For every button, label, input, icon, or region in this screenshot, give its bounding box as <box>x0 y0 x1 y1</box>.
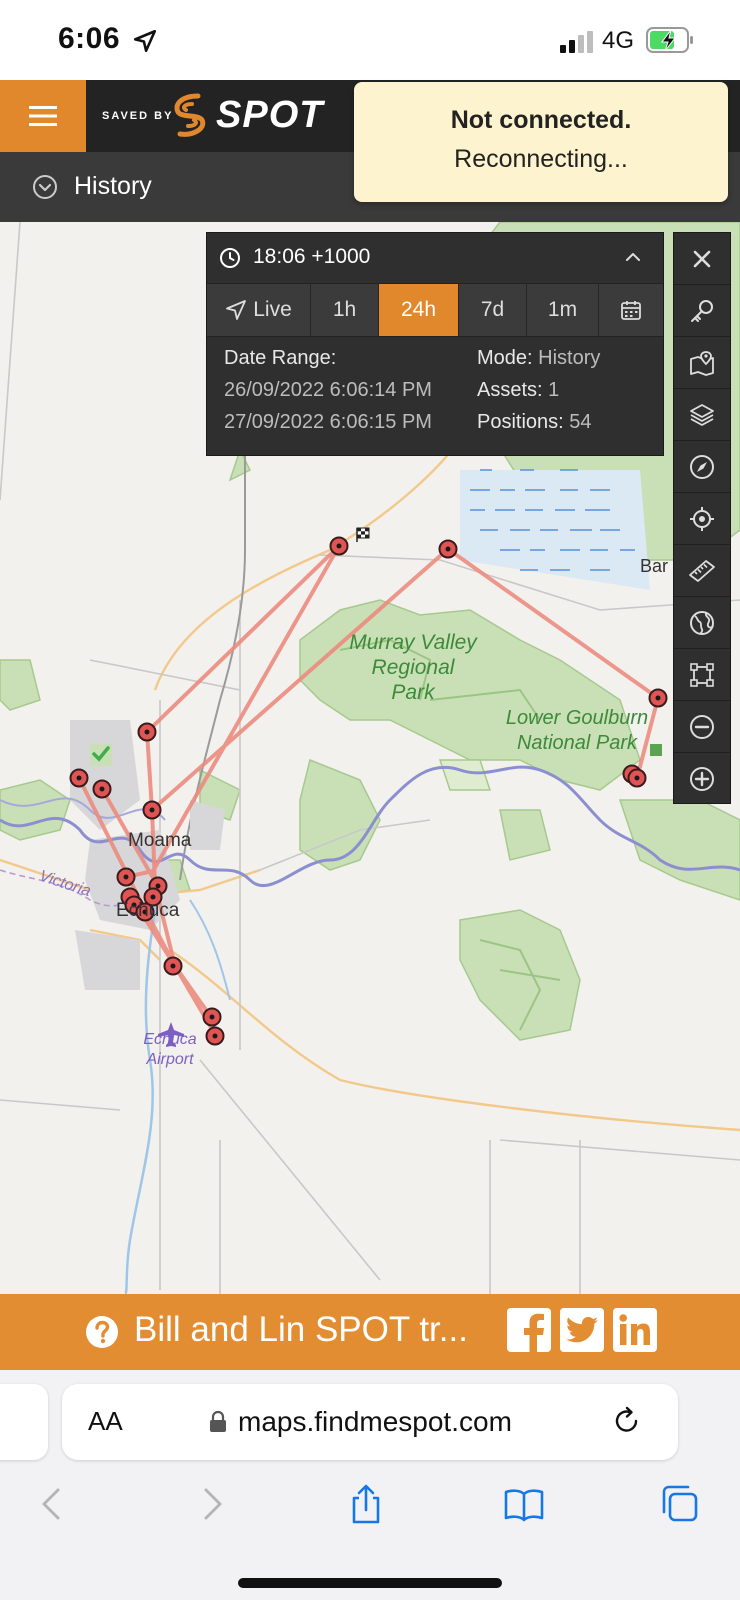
locate-button[interactable] <box>674 493 730 545</box>
reload-icon[interactable] <box>610 1404 644 1438</box>
compass-icon <box>690 454 714 479</box>
positions-value: 54 <box>569 411 592 433</box>
close-button[interactable] <box>674 233 730 285</box>
positions-row: Positions: 54 <box>477 411 592 434</box>
chevron-down-circle-icon <box>33 175 57 199</box>
panel-details: Date Range: 26/09/2022 6:06:14 PM 27/09/… <box>207 337 663 455</box>
time-panel-header[interactable]: 18:06 +1000 <box>207 233 663 283</box>
label-moama: Moama <box>128 830 192 851</box>
url-text: maps.findmespot.com <box>238 1406 512 1437</box>
browser-toolbar: AA maps.findmespot.com <box>0 1370 740 1600</box>
connection-toast: Not connected. Reconnecting... <box>354 82 728 202</box>
mode-label: Mode: <box>477 347 533 369</box>
zoom-in-button[interactable] <box>674 753 730 805</box>
tab-live[interactable]: Live <box>207 284 311 336</box>
screen: 6:06 4G SAVED BY SPOT History Murray Val… <box>0 0 740 1600</box>
label-lower-goulburn: Lower Goulburn National Park <box>505 707 649 754</box>
toast-title: Not connected. <box>450 106 632 134</box>
calendar-icon <box>621 301 641 320</box>
clock-icon <box>220 248 240 268</box>
positions-label: Positions: <box>477 411 564 433</box>
cellular-signal-icon <box>560 31 593 53</box>
home-indicator <box>238 1578 502 1588</box>
assets-value: 1 <box>548 379 560 401</box>
spot-swirl-icon <box>174 93 206 137</box>
navigation-arrow-icon <box>226 300 247 320</box>
current-time: 18:06 +1000 <box>253 245 371 268</box>
assets-label: Assets: <box>477 379 543 401</box>
network-type: 4G <box>602 27 635 54</box>
bookmarks-icon[interactable] <box>502 1482 546 1526</box>
hamburger-icon <box>29 106 57 126</box>
lock-icon <box>210 1410 226 1432</box>
tab-live-label: Live <box>253 298 292 321</box>
help-icon[interactable] <box>84 1314 120 1350</box>
select-area-icon <box>690 662 714 687</box>
chevron-up-icon[interactable] <box>623 249 643 265</box>
globe-button[interactable] <box>674 597 730 649</box>
globe-icon <box>690 610 714 635</box>
time-range-panel: 18:06 +1000 Live 1h 24h 7d 1m Date Range… <box>206 232 664 456</box>
tracker-title: Bill and Lin SPOT tr... <box>134 1310 468 1349</box>
finish-flag-icon <box>356 527 370 542</box>
logo-saved-by: SAVED BY <box>102 110 174 122</box>
compass-button[interactable] <box>674 441 730 493</box>
assets-row: Assets: 1 <box>477 379 559 402</box>
map-marker-icon <box>690 350 714 376</box>
tabs-icon[interactable] <box>658 1482 702 1526</box>
crosshair-icon <box>690 506 714 531</box>
status-bar: 6:06 4G <box>0 0 740 80</box>
close-icon <box>693 250 711 267</box>
menu-button[interactable] <box>0 80 86 152</box>
toast-message: Reconnecting... <box>454 145 628 173</box>
share-icon[interactable] <box>344 1482 388 1526</box>
key-icon <box>691 299 713 322</box>
tab-24h[interactable]: 24h <box>379 284 459 336</box>
ruler-icon <box>689 559 715 582</box>
share-footer: Bill and Lin SPOT tr... <box>0 1294 740 1370</box>
tab-24h-label: 24h <box>400 298 437 321</box>
facebook-icon[interactable] <box>507 1308 551 1352</box>
map-toolbar <box>673 232 731 804</box>
spot-logo: SAVED BY SPOT <box>100 88 330 144</box>
measure-button[interactable] <box>674 545 730 597</box>
key-button[interactable] <box>674 285 730 337</box>
date-from: 26/09/2022 6:06:14 PM <box>224 379 432 401</box>
start-check-icon <box>90 744 112 766</box>
label-echuca: Echuca <box>116 900 180 921</box>
zoom-out-button[interactable] <box>674 701 730 753</box>
text-size-button[interactable]: AA <box>88 1406 123 1437</box>
tab-1m-label: 1m <box>547 298 578 321</box>
calendar-button[interactable] <box>599 284 663 336</box>
history-title: History <box>74 172 152 200</box>
tab-1h[interactable]: 1h <box>311 284 379 336</box>
layers-icon <box>690 403 714 426</box>
tab-7d-label: 7d <box>480 298 505 321</box>
layers-button[interactable] <box>674 389 730 441</box>
date-range-label: Date Range: <box>224 347 337 369</box>
zoom-in-icon <box>690 767 714 791</box>
tab-1h-label: 1h <box>332 298 357 321</box>
previous-tab-card[interactable] <box>0 1384 48 1460</box>
mode-value: History <box>538 347 601 369</box>
address-bar[interactable]: AA maps.findmespot.com <box>62 1384 678 1460</box>
twitter-icon[interactable] <box>560 1308 604 1352</box>
zoom-out-icon <box>690 714 714 739</box>
label-murray-valley: Murray Valley Regional Park <box>349 631 477 704</box>
select-area-button[interactable] <box>674 649 730 701</box>
map-marker-button[interactable] <box>674 337 730 389</box>
battery-charging-icon <box>646 27 693 53</box>
back-icon[interactable] <box>30 1482 74 1526</box>
label-echuca-airport: Echuca Airport <box>143 1031 197 1068</box>
logo-brand: SPOT <box>216 94 324 136</box>
range-tabs: Live 1h 24h 7d 1m <box>207 283 663 337</box>
tab-7d[interactable]: 7d <box>459 284 527 336</box>
forward-icon[interactable] <box>190 1482 234 1526</box>
date-to: 27/09/2022 6:06:15 PM <box>224 411 432 433</box>
tab-1m[interactable]: 1m <box>527 284 599 336</box>
location-arrow-icon <box>133 29 157 53</box>
status-time: 6:06 <box>58 22 121 55</box>
linkedin-icon[interactable] <box>613 1308 657 1352</box>
mode-row: Mode: History <box>477 347 600 370</box>
